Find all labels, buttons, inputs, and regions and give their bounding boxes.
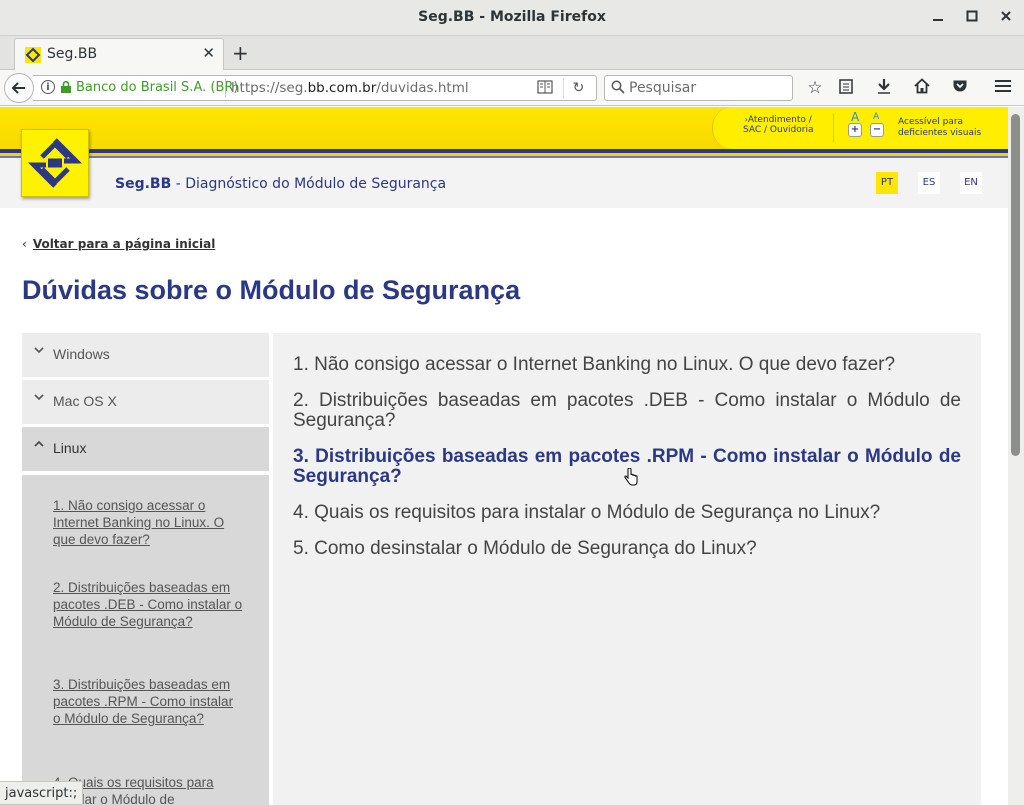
window-title: Seg.BB - Mozilla Firefox [418, 9, 606, 25]
font-decrease-button[interactable]: − [870, 123, 884, 137]
search-icon [611, 80, 625, 98]
tab-label: Seg.BB [47, 46, 98, 62]
os-sidebar: Windows Mac OS X Linux 1. Não consigo ac… [22, 333, 269, 805]
url-bar[interactable]: i Banco do Brasil S.A. (BR) https://seg.… [33, 75, 597, 101]
sidebar-item-macosx[interactable]: Mac OS X [22, 380, 269, 424]
sidebar-item-windows[interactable]: Windows [22, 333, 269, 377]
window-titlebar: Seg.BB - Mozilla Firefox [0, 0, 1024, 36]
bookmarks-list-icon[interactable] [835, 78, 857, 100]
status-bar: javascript:; [0, 781, 84, 805]
bookmark-star-icon[interactable]: ☆ [804, 78, 826, 100]
back-to-home-link[interactable]: ‹ Voltar para a página inicial [22, 237, 215, 251]
url-text[interactable]: https://seg.bb.com.br/duvidas.html [231, 80, 469, 96]
back-button-icon[interactable] [4, 73, 34, 103]
atendimento-link[interactable]: ›Atendimento / SAC / Ouvidoria [743, 115, 813, 135]
question-link-5[interactable]: 5. Como desinstalar o Módulo de Seguranç… [293, 539, 961, 559]
sidebar-sublink-1[interactable]: 1. Não consigo acessar o Internet Bankin… [53, 497, 243, 548]
questions-panel: 1. Não consigo acessar o Internet Bankin… [273, 333, 981, 805]
sidebar-sublink-2[interactable]: 2. Distribuições baseadas em pacotes .DE… [53, 579, 243, 630]
question-link-4[interactable]: 4. Quais os requisitos para instalar o M… [293, 503, 961, 523]
site-identity-label: Banco do Brasil S.A. (BR) [76, 80, 239, 95]
accessibility-toolbox: ›Atendimento / SAC / Ouvidoria A A + − A… [712, 107, 1008, 149]
accessibility-link[interactable]: Acessível para deficientes visuais [898, 117, 988, 139]
close-icon[interactable] [996, 8, 1016, 28]
chevron-down-icon [34, 345, 44, 357]
chevron-left-icon: ‹ [22, 237, 27, 251]
sidebar-item-linux[interactable]: Linux [22, 427, 269, 471]
linux-submenu: 1. Não consigo acessar o Internet Bankin… [22, 475, 269, 805]
bb-logo[interactable] [21, 129, 89, 197]
chevron-down-icon [34, 392, 44, 404]
app-title: Seg.BB - Diagnóstico do Módulo de Segura… [115, 176, 447, 192]
new-tab-icon[interactable]: + [232, 41, 249, 65]
home-icon[interactable] [911, 78, 933, 100]
font-small-icon: A [873, 112, 880, 122]
question-link-1[interactable]: 1. Não consigo acessar o Internet Bankin… [293, 355, 961, 375]
sidebar-item-label: Windows [53, 346, 110, 362]
sidebar-sublink-3[interactable]: 3. Distribuições baseadas em pacotes .RP… [53, 676, 243, 727]
page-viewport: ›Atendimento / SAC / Ouvidoria A A + − A… [0, 107, 1008, 805]
question-link-2[interactable]: 2. Distribuições baseadas em pacotes .DE… [293, 391, 961, 431]
chevron-up-icon [34, 439, 44, 451]
page-title: Dúvidas sobre o Módulo de Segurança [22, 275, 521, 305]
bb-logo-icon [22, 130, 88, 196]
font-increase-button[interactable]: + [848, 123, 862, 137]
download-icon[interactable] [873, 78, 895, 100]
tab-segbb[interactable]: Seg.BB ✕ [14, 38, 224, 70]
navigation-toolbar: i Banco do Brasil S.A. (BR) https://seg.… [0, 70, 1024, 106]
url-separator [225, 79, 226, 97]
sidebar-item-label: Mac OS X [53, 393, 117, 409]
minimize-icon[interactable] [928, 8, 948, 28]
reader-view-icon[interactable] [537, 80, 553, 98]
font-large-icon: A [851, 110, 860, 124]
scrollbar-thumb[interactable] [1011, 114, 1020, 456]
toolbox-divider [833, 113, 834, 143]
tab-strip: Seg.BB ✕ [0, 36, 1024, 70]
reload-icon[interactable]: ↻ [563, 78, 593, 99]
search-bar[interactable] [604, 75, 793, 101]
menu-hamburger-icon[interactable] [992, 78, 1014, 100]
tab-close-icon[interactable]: ✕ [202, 44, 215, 62]
lang-es-button[interactable]: ES [918, 172, 940, 194]
hand-cursor-icon [624, 468, 638, 486]
lock-icon [61, 81, 71, 93]
search-input[interactable] [629, 79, 789, 97]
bb-favicon-icon [25, 47, 41, 63]
lang-pt-button[interactable]: PT [876, 172, 898, 194]
site-info-icon[interactable]: i [41, 80, 55, 94]
maximize-icon[interactable] [962, 8, 982, 28]
sidebar-item-label: Linux [53, 440, 87, 456]
lang-en-button[interactable]: EN [960, 172, 982, 194]
pocket-icon[interactable] [949, 78, 971, 100]
